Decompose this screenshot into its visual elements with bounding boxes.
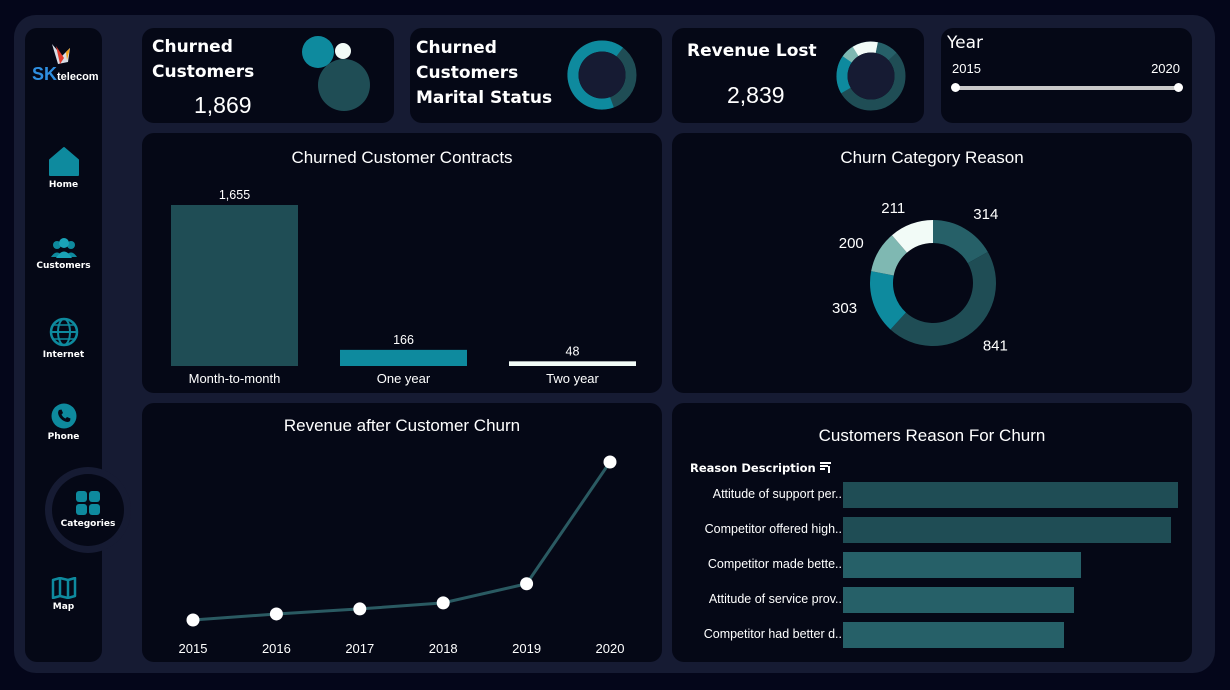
phone-icon: [51, 403, 76, 429]
donut-value-label: 211: [881, 200, 905, 217]
customers-icon: [50, 238, 77, 258]
reason-bar[interactable]: [843, 482, 1178, 508]
contract-category-label: One year: [377, 371, 431, 386]
donut-value-label: 841: [983, 338, 1008, 355]
kpi-marital-title-2: Customers: [416, 63, 519, 83]
contract-value-label: 166: [393, 333, 414, 347]
kpi-churned-customers[interactable]: Churned Customers 1,869: [142, 28, 394, 123]
kpi-revenue-value: 2,839: [727, 82, 785, 108]
revenue-point[interactable]: [353, 602, 367, 616]
reason-row[interactable]: Competitor offered high..: [672, 517, 1192, 543]
donut-value-label: 314: [973, 206, 998, 223]
reason-row[interactable]: Attitude of service prov..: [672, 587, 1192, 613]
kpi-marital-title-1: Churned: [416, 38, 497, 58]
kpi-revenue-lost[interactable]: Revenue Lost 2,839: [672, 28, 924, 123]
contract-category-label: Two year: [546, 371, 599, 386]
reason-row[interactable]: Attitude of support per..: [672, 482, 1192, 508]
donut-value-label: 200: [839, 235, 864, 252]
reasons-column-header[interactable]: Reason Description: [690, 461, 831, 475]
contract-category-label: Month-to-month: [189, 371, 281, 386]
kpi-churned-title-2: Customers: [152, 62, 255, 82]
nav-item-customers[interactable]: Customers: [25, 238, 102, 271]
revenue-year-label: 2015: [179, 641, 208, 656]
donut-value-label: 303: [832, 300, 857, 317]
year-filter[interactable]: Year 2015 2020: [941, 28, 1192, 123]
revenue-year-label: 2019: [512, 641, 541, 656]
contract-bar[interactable]: [171, 205, 298, 366]
nav-label-customers: Customers: [36, 261, 91, 271]
globe-icon: [49, 317, 78, 347]
contract-bar[interactable]: [340, 349, 467, 366]
contracts-card: Churned Customer Contracts 1,655 Month-to…: [142, 133, 662, 393]
year-slider-track[interactable]: [955, 86, 1179, 90]
year-max-label: 2020: [1151, 61, 1180, 76]
reason-bar[interactable]: [843, 517, 1172, 543]
revenue-point[interactable]: [186, 613, 200, 627]
category-reason-card: Churn Category Reason 314 841 303 200 211: [672, 133, 1192, 393]
nav-label-internet: Internet: [42, 350, 85, 360]
nav-label-phone: Phone: [47, 432, 80, 442]
nav-item-home[interactable]: Home: [25, 145, 102, 190]
reason-label: Attitude of support per..: [712, 487, 842, 501]
nav-label-home: Home: [48, 180, 79, 190]
reason-label: Competitor made bette..: [707, 557, 842, 571]
revenue-point[interactable]: [520, 577, 534, 591]
contract-value-label: 1,655: [219, 188, 250, 202]
map-icon: [51, 577, 76, 599]
nav-label-categories: Categories: [60, 519, 116, 529]
contract-value-label: 48: [566, 344, 580, 358]
revenue-point[interactable]: [269, 607, 283, 621]
kpi-revenue-title: Revenue Lost: [687, 41, 817, 61]
reason-row[interactable]: Competitor had better d..: [672, 622, 1192, 648]
year-slider-handle-max[interactable]: [1174, 83, 1183, 92]
nav-item-categories[interactable]: Categories: [52, 490, 124, 529]
year-slider-handle-min[interactable]: [951, 83, 960, 92]
kpi-marital-status[interactable]: Churned Customers Marital Status: [410, 28, 662, 123]
reasons-card: Customers Reason For Churn Reason Descri…: [672, 403, 1192, 662]
sort-icon[interactable]: [819, 462, 831, 473]
year-min-label: 2015: [952, 61, 981, 76]
reason-label: Competitor offered high..: [704, 522, 842, 536]
reasons-column-header-text: Reason Description: [690, 461, 816, 475]
nav-item-internet[interactable]: Internet: [25, 317, 102, 360]
reason-label: Attitude of service prov..: [708, 592, 842, 606]
marital-donut-icon: [567, 40, 637, 110]
reasons-title: Customers Reason For Churn: [818, 426, 1046, 445]
reason-row[interactable]: Competitor made bette..: [672, 552, 1192, 578]
revenue-line: [192, 461, 612, 622]
donut-slice[interactable]: [890, 251, 996, 347]
revenue-trend-card: Revenue after Customer Churn 2015 2016 201…: [142, 403, 662, 662]
churned-bubbles-icon: [302, 36, 370, 111]
revenue-year-label: 2017: [345, 641, 374, 656]
contract-bar[interactable]: [509, 361, 636, 366]
revenue-donut-icon: [836, 41, 906, 111]
contracts-bar-chart[interactable]: 1,655 Month-to-month 166 One year 48 Two year: [142, 133, 662, 393]
revenue-year-label: 2016: [262, 641, 291, 656]
nav-item-map[interactable]: Map: [25, 577, 102, 612]
nav-label-map: Map: [52, 602, 75, 612]
kpi-churned-value: 1,869: [194, 92, 252, 118]
reason-bar[interactable]: [843, 587, 1075, 613]
reason-bar[interactable]: [843, 552, 1081, 578]
revenue-point[interactable]: [603, 455, 617, 469]
kpi-churned-title-1: Churned: [152, 37, 233, 57]
revenue-year-label: 2020: [596, 641, 625, 656]
logo-text-telecom: telecom: [57, 71, 99, 83]
revenue-year-label: 2018: [429, 641, 458, 656]
logo-text-sk: SK: [32, 64, 58, 84]
year-filter-title: Year: [947, 33, 983, 53]
reason-label: Competitor had better d..: [703, 627, 842, 641]
kpi-marital-title-3: Marital Status: [416, 88, 553, 108]
revenue-line-chart[interactable]: 2015 2016 2017 2018 2019 2020: [142, 403, 662, 662]
nav-item-phone[interactable]: Phone: [25, 403, 102, 442]
revenue-point[interactable]: [436, 596, 450, 610]
category-donut-chart[interactable]: 314 841 303 200 211: [672, 133, 1192, 393]
home-icon: [48, 147, 79, 176]
grid-icon: [76, 491, 100, 515]
reason-bar[interactable]: [843, 622, 1065, 648]
sk-telecom-logo: SKtelecom: [30, 40, 100, 88]
